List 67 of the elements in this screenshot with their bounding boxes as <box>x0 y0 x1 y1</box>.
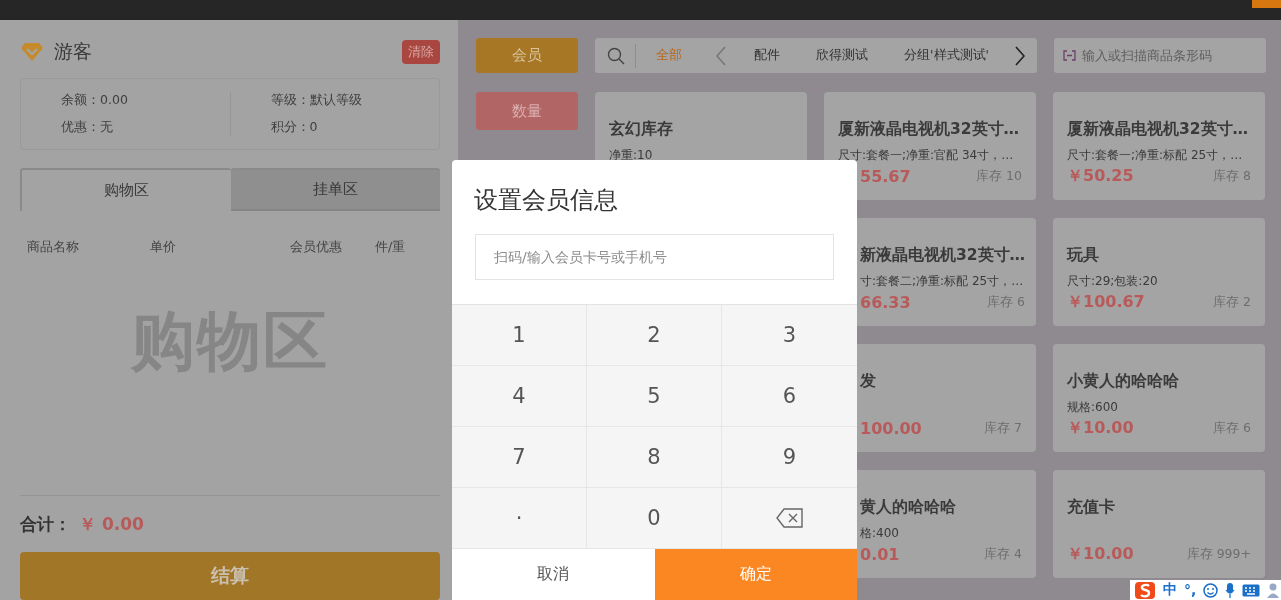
column-header: 单价 <box>150 239 177 256</box>
category-tab[interactable]: 欣得测试 <box>816 47 869 64</box>
column-header: 会员优惠 <box>290 239 343 256</box>
product-price: ￥10.00 <box>1067 543 1134 565</box>
smiley-icon[interactable] <box>1203 582 1219 598</box>
member-info-text: 优惠：无 <box>61 119 114 136</box>
cart-tab[interactable]: 挂单区 <box>231 168 440 211</box>
keypad-key[interactable]: . <box>452 488 587 549</box>
product-spec: 净重:10 <box>609 147 654 164</box>
total-label: 合计： <box>20 512 71 536</box>
keypad-key[interactable]: 8 <box>587 427 722 488</box>
keyboard-icon[interactable] <box>1242 583 1261 597</box>
clear-button[interactable]: 清除 <box>402 40 440 64</box>
keypad-key[interactable]: 5 <box>587 366 722 427</box>
keypad-key[interactable]: 4 <box>452 366 587 427</box>
keypad-key[interactable]: 0 <box>587 488 722 549</box>
product-title: 新液晶电视机32英寸… <box>859 245 1026 266</box>
diamond-icon <box>20 42 44 62</box>
ime-mode-text[interactable]: 中 <box>1163 581 1177 599</box>
chevron-right-icon[interactable] <box>1015 45 1025 66</box>
product-price: 100.00 <box>859 418 922 438</box>
cart-tab[interactable]: 购物区 <box>20 168 231 211</box>
keypad-key[interactable]: 2 <box>587 305 722 366</box>
keypad-key[interactable]: 1 <box>452 305 587 366</box>
product-spec: 规格:600 <box>1067 399 1119 416</box>
product-spec: 尺寸:29;包装:20 <box>1067 273 1159 290</box>
product-title: 小黄人的哈哈哈 <box>1067 371 1180 392</box>
member-info-text: 等级：默认等级 <box>270 92 363 109</box>
keypad-key[interactable]: 9 <box>722 427 857 488</box>
microphone-icon[interactable] <box>1225 582 1236 598</box>
member-info-text: 余额：0.00 <box>61 92 129 109</box>
product-price: 55.67 <box>859 166 911 186</box>
product-price: 0.01 <box>859 544 900 564</box>
product-spec: 尺寸:套餐一;净重:官配 34寸，… <box>838 147 1015 164</box>
product-title: 发 <box>859 371 877 392</box>
top-bar-accent <box>1252 0 1281 8</box>
scan-icon <box>1063 50 1076 61</box>
product-title: 充值卡 <box>1067 497 1116 518</box>
product-price: ￥10.00 <box>1067 417 1134 439</box>
search-icon[interactable] <box>607 46 625 65</box>
keypad-key[interactable]: 7 <box>452 427 587 488</box>
category-tab[interactable]: 分组'样式测试' <box>904 47 989 64</box>
member-input-field[interactable]: 扫码/输入会员卡号或手机号 <box>475 234 834 280</box>
product-spec: 尺寸:套餐一;净重:标配 25寸，… <box>1067 147 1244 164</box>
product-spec: 寸:套餐二;净重:标配 25寸，… <box>859 273 1025 290</box>
keypad-key[interactable]: 6 <box>722 366 857 427</box>
ime-punctuation-text[interactable]: °, <box>1184 582 1197 598</box>
product-title: 玄幻库存 <box>609 119 674 140</box>
user-icon[interactable] <box>1267 582 1280 598</box>
category-tab[interactable]: 配件 <box>754 47 780 64</box>
total-amount: ￥ 0.00 <box>79 512 144 536</box>
scan-field[interactable]: 输入或扫描商品条形码 <box>1054 38 1266 73</box>
product-spec: 格:400 <box>859 525 900 542</box>
backspace-icon <box>775 508 804 528</box>
product-title: 厦新液晶电视机32英寸… <box>838 119 1021 140</box>
member-name: 游客 <box>54 39 93 64</box>
product-price: ￥100.67 <box>1067 291 1145 313</box>
product-title: 厦新液晶电视机32英寸… <box>1067 119 1250 140</box>
column-header: 商品名称 <box>27 239 80 256</box>
member-info-text: 积分：0 <box>270 119 319 136</box>
product-price: 66.33 <box>859 292 911 312</box>
ime-logo-icon[interactable] <box>1134 581 1156 599</box>
column-header: 件/重 <box>375 239 407 256</box>
product-title: 黄人的哈哈哈 <box>859 497 957 518</box>
product-title: 玩具 <box>1067 245 1100 266</box>
product-price: ￥50.25 <box>1067 165 1134 187</box>
keypad-key[interactable]: 3 <box>722 305 857 366</box>
